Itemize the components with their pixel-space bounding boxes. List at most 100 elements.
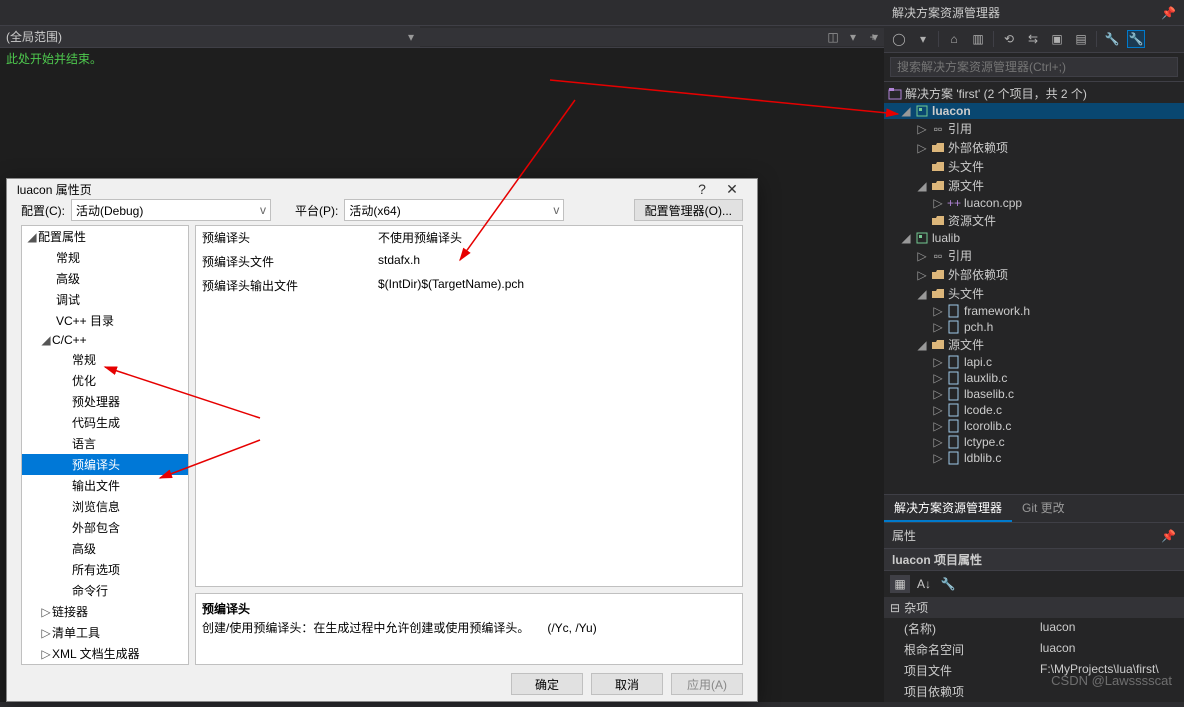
tree-item[interactable]: 语言 — [22, 433, 188, 454]
plus-icon[interactable]: + — [864, 28, 882, 46]
solution-tree[interactable]: 解决方案 'first' (2 个项目，共 2 个) ◢luacon ▷▫▫引用… — [884, 82, 1184, 494]
props-category[interactable]: ⊟杂项 — [884, 597, 1184, 618]
project-lualib[interactable]: ◢lualib — [884, 230, 1184, 246]
editor-split-icons: ◫ ▾ + — [822, 26, 884, 48]
scope-dropdown[interactable]: (全局范围) ▾ — [0, 26, 420, 47]
tree-root[interactable]: ◢配置属性 — [22, 226, 188, 247]
file-c[interactable]: ▷lcorolib.c — [884, 418, 1184, 434]
se-ext[interactable]: ▷外部依赖项 — [884, 138, 1184, 157]
file-c[interactable]: ▷lbaselib.c — [884, 386, 1184, 402]
tree-item[interactable]: 所有选项 — [22, 559, 188, 580]
sort-icon[interactable]: A↓ — [914, 575, 934, 593]
solution-node[interactable]: 解决方案 'first' (2 个项目，共 2 个) — [884, 84, 1184, 103]
tab-solution-explorer[interactable]: 解决方案资源管理器 — [884, 495, 1012, 522]
properties-icon[interactable]: 🔧 — [1103, 30, 1121, 48]
se-sources[interactable]: ◢源文件 — [884, 176, 1184, 195]
refs-icon: ▫▫ — [931, 122, 945, 136]
tree-item[interactable]: ▷清单工具 — [22, 622, 188, 643]
tree-item[interactable]: ▷XML 文档生成器 — [22, 643, 188, 664]
tree-item[interactable]: 代码生成 — [22, 412, 188, 433]
search-input[interactable] — [890, 57, 1178, 77]
tree-item[interactable]: 高级 — [22, 268, 188, 289]
category-tree[interactable]: ◢配置属性 常规 高级 调试 VC++ 目录 ◢C/C++ 常规 优化 预处理器… — [21, 225, 189, 665]
sync-icon[interactable]: ⇆ — [1024, 30, 1042, 48]
show-all-icon[interactable]: ▤ — [1072, 30, 1090, 48]
prop-row[interactable]: 预编译头输出文件 $(IntDir)$(TargetName).pch — [196, 274, 742, 298]
tree-cpp[interactable]: ◢C/C++ — [22, 331, 188, 349]
properties-object[interactable]: luacon 项目属性 — [884, 549, 1184, 571]
file-c[interactable]: ▷lcode.c — [884, 402, 1184, 418]
categorize-icon[interactable]: ▦ — [890, 575, 910, 593]
project-luacon[interactable]: ◢luacon — [884, 103, 1184, 119]
property-grid[interactable]: 预编译头 不使用预编译头 预编译头文件 stdafx.h 预编译头输出文件 $(… — [195, 225, 743, 587]
se-sources[interactable]: ◢源文件 — [884, 335, 1184, 354]
tree-item[interactable]: 优化 — [22, 370, 188, 391]
chevron-down-icon[interactable]: ▾ — [844, 28, 862, 46]
project-icon — [915, 231, 929, 245]
config-manager-button[interactable]: 配置管理器(O)... — [634, 199, 743, 221]
dialog-title: luacon 属性页 — [17, 181, 687, 198]
tree-item[interactable]: 预处理器 — [22, 391, 188, 412]
se-refs[interactable]: ▷▫▫引用 — [884, 246, 1184, 265]
c-icon — [947, 435, 961, 449]
tree-item[interactable]: VC++ 目录 — [22, 310, 188, 331]
wrench-icon[interactable]: 🔧 — [1127, 30, 1145, 48]
tree-item[interactable]: 外部包含 — [22, 517, 188, 538]
prop-value[interactable]: $(IntDir)$(TargetName).pch — [372, 274, 742, 297]
se-search — [884, 53, 1184, 82]
file-h[interactable]: ▷framework.h — [884, 303, 1184, 319]
file-h[interactable]: ▷pch.h — [884, 319, 1184, 335]
se-refs[interactable]: ▷▫▫引用 — [884, 119, 1184, 138]
tree-item[interactable]: 输出文件 — [22, 475, 188, 496]
file-c[interactable]: ▷lauxlib.c — [884, 370, 1184, 386]
back-icon[interactable]: ◯ — [890, 30, 908, 48]
se-headers[interactable]: ◢头文件 — [884, 284, 1184, 303]
props-row[interactable]: 根命名空间luacon — [884, 639, 1184, 660]
tree-item[interactable]: 命令行 — [22, 580, 188, 601]
tree-item[interactable]: ▷链接器 — [22, 601, 188, 622]
props-row[interactable]: 项目依赖项 — [884, 681, 1184, 702]
tree-item[interactable]: 常规 — [22, 349, 188, 370]
platform-label: 平台(P): — [295, 202, 338, 219]
se-toolbar: ◯ ▾ ⌂ ▥ ⟲ ⇆ ▣ ▤ 🔧 🔧 — [884, 26, 1184, 53]
se-ext[interactable]: ▷外部依赖项 — [884, 265, 1184, 284]
collapse-icon[interactable]: ▣ — [1048, 30, 1066, 48]
ok-button[interactable]: 确定 — [511, 673, 583, 695]
tree-item[interactable]: 常规 — [22, 247, 188, 268]
switch-view-icon[interactable]: ▥ — [969, 30, 987, 48]
file-c[interactable]: ▷ldblib.c — [884, 450, 1184, 466]
prop-row[interactable]: 预编译头 不使用预编译头 — [196, 226, 742, 250]
platform-dropdown[interactable]: 活动(x64)v — [344, 199, 564, 221]
props-grid[interactable]: ⊟杂项 (名称)luacon 根命名空间luacon 项目文件F:\MyProj… — [884, 597, 1184, 702]
se-headers[interactable]: 头文件 — [884, 157, 1184, 176]
prop-value[interactable]: 不使用预编译头 — [372, 226, 742, 249]
home-icon[interactable]: ⌂ — [945, 30, 963, 48]
props-row[interactable]: (名称)luacon — [884, 618, 1184, 639]
tab-git-changes[interactable]: Git 更改 — [1012, 495, 1075, 522]
cancel-button[interactable]: 取消 — [591, 673, 663, 695]
tree-item[interactable]: 高级 — [22, 538, 188, 559]
file-luacon-cpp[interactable]: ▷++luacon.cpp — [884, 195, 1184, 211]
tree-item[interactable]: 浏览信息 — [22, 496, 188, 517]
apply-button[interactable]: 应用(A) — [671, 673, 743, 695]
prop-value[interactable]: stdafx.h — [372, 250, 742, 273]
file-c[interactable]: ▷lapi.c — [884, 354, 1184, 370]
forward-icon[interactable]: ▾ — [914, 30, 932, 48]
chevron-down-icon: ▾ — [408, 30, 414, 44]
config-dropdown[interactable]: 活动(Debug)v — [71, 199, 271, 221]
props-row[interactable]: 项目文件F:\MyProjects\lua\first\ — [884, 660, 1184, 681]
file-c[interactable]: ▷lctype.c — [884, 434, 1184, 450]
tree-item[interactable]: 调试 — [22, 289, 188, 310]
pin-icon[interactable]: 📌 — [1161, 6, 1176, 20]
member-dropdown[interactable]: ▾ — [420, 28, 884, 46]
pin-icon[interactable]: 📌 — [1161, 529, 1176, 543]
se-res[interactable]: 资源文件 — [884, 211, 1184, 230]
prop-row[interactable]: 预编译头文件 stdafx.h — [196, 250, 742, 274]
help-button[interactable]: ? — [687, 179, 717, 199]
refresh-icon[interactable]: ⟲ — [1000, 30, 1018, 48]
tree-item-selected[interactable]: 预编译头 — [22, 454, 188, 475]
split-h-icon[interactable]: ◫ — [824, 28, 842, 46]
right-side: 解决方案资源管理器 📌 ◯ ▾ ⌂ ▥ ⟲ ⇆ ▣ ▤ 🔧 🔧 解决方案 'fi… — [884, 0, 1184, 702]
close-button[interactable]: ✕ — [717, 179, 747, 199]
wrench-icon[interactable]: 🔧 — [938, 575, 958, 593]
